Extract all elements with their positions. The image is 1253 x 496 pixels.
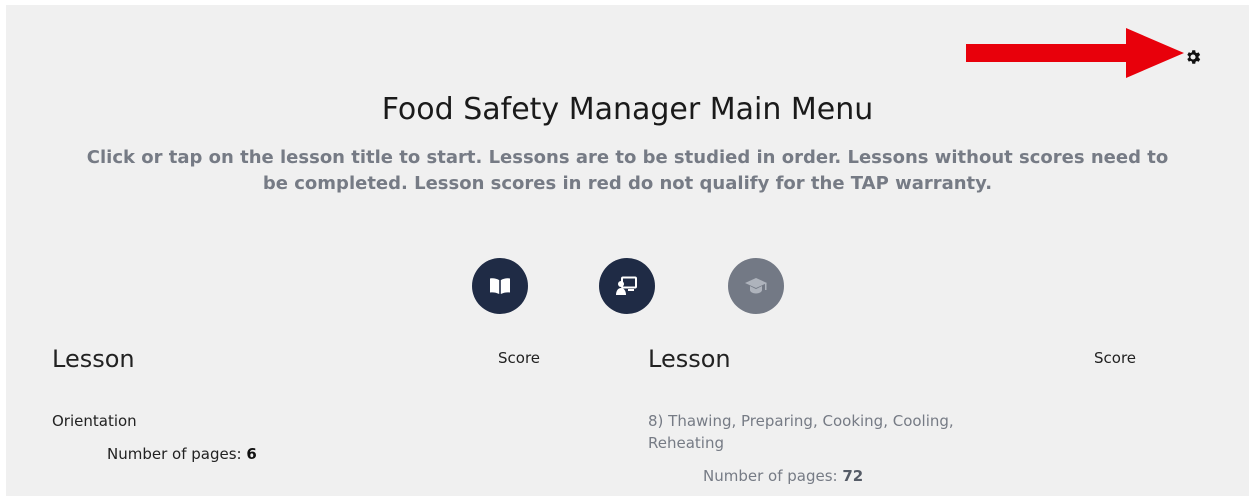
study-mode-button[interactable] bbox=[472, 258, 528, 314]
left-score-header: Score bbox=[498, 349, 541, 367]
page-title: Food Safety Manager Main Menu bbox=[381, 92, 874, 127]
presentation-icon bbox=[616, 276, 637, 295]
presentation-mode-button[interactable] bbox=[599, 258, 655, 314]
main-menu-panel: Food Safety Manager Main Menu Click or t… bbox=[6, 5, 1249, 496]
red-arrow-icon bbox=[966, 28, 1184, 78]
exam-mode-button[interactable] bbox=[728, 258, 784, 314]
graduation-cap-icon bbox=[745, 278, 767, 294]
left-lesson-header: Lesson bbox=[52, 345, 135, 373]
right-lesson-header: Lesson bbox=[648, 345, 731, 373]
lesson-link-thawing[interactable]: 8) Thawing, Preparing, Cooking, Cooling,… bbox=[648, 410, 1008, 454]
page-instructions: Click or tap on the lesson title to star… bbox=[86, 147, 1169, 194]
lesson-page-count: Number of pages: 72 bbox=[703, 467, 863, 485]
lesson-link-orientation[interactable]: Orientation bbox=[52, 410, 452, 432]
right-score-header: Score bbox=[1094, 349, 1137, 367]
book-open-icon bbox=[490, 278, 510, 294]
page-count-value: 6 bbox=[246, 445, 257, 463]
page-count-label: Number of pages: bbox=[107, 445, 242, 463]
page-count-value: 72 bbox=[842, 467, 864, 485]
page-count-label: Number of pages: bbox=[703, 467, 838, 485]
gear-icon[interactable] bbox=[1184, 48, 1202, 66]
lesson-page-count: Number of pages: 6 bbox=[107, 445, 257, 463]
